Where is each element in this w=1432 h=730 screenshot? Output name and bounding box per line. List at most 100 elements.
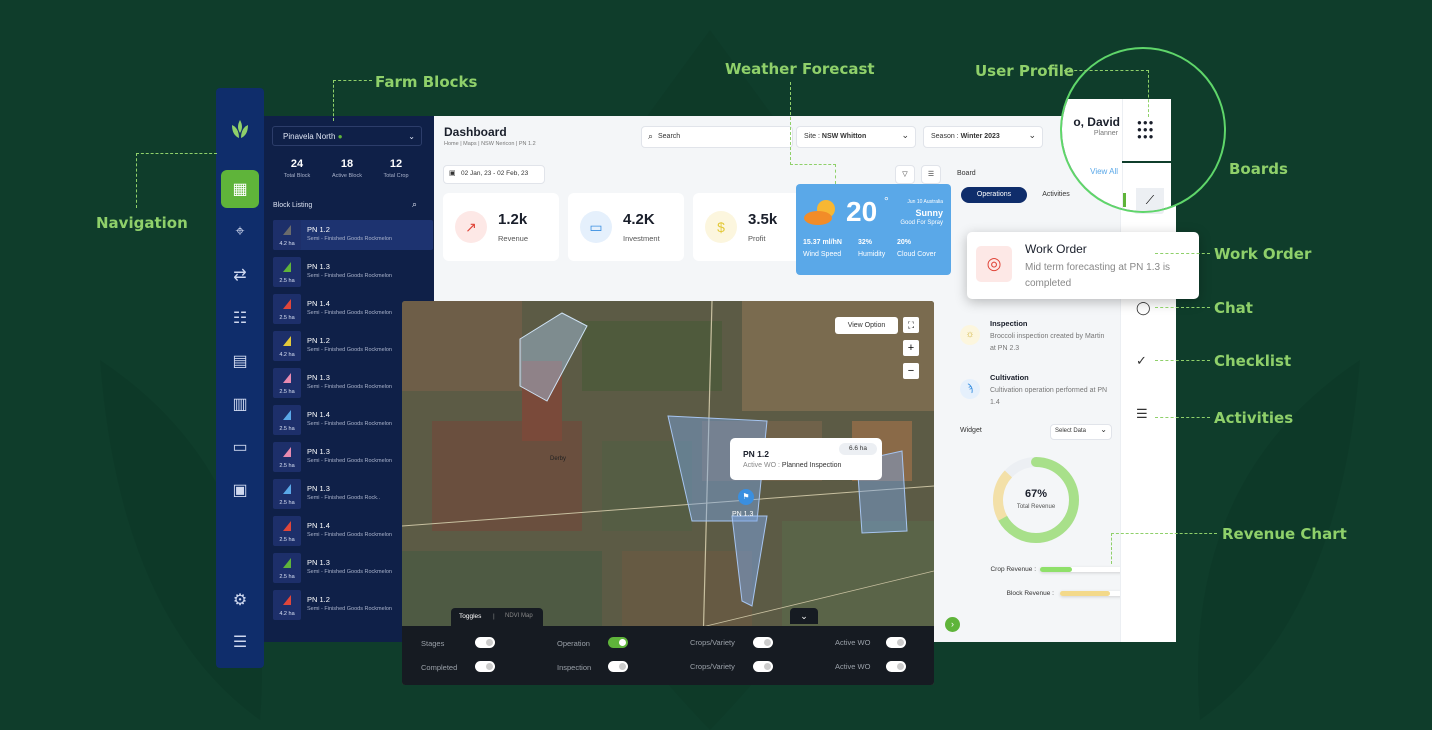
map-popup[interactable]: PN 1.2 6.6 ha Active WO : Planned Inspec… — [730, 438, 882, 480]
toggle-crops-variety-2[interactable] — [753, 661, 773, 672]
callout-line — [1155, 253, 1210, 254]
nav-tasks[interactable]: ☷ — [221, 299, 259, 337]
activities-list-icon[interactable]: ☰ — [1136, 406, 1148, 422]
map-tabs: Toggles | NDVI Map — [451, 608, 543, 626]
collapse-chevron-icon[interactable]: ⌄ — [790, 608, 818, 624]
work-order-text: Mid term forecasting at PN 1.3 is comple… — [1025, 262, 1171, 289]
toggle-completed[interactable] — [475, 661, 495, 672]
map-panel[interactable]: Derby View Option ⛶ + − PN 1.2 6.6 ha Ac… — [402, 301, 934, 685]
nav-documents[interactable]: ▤ — [221, 342, 259, 380]
toggle-active-wo[interactable] — [886, 637, 906, 648]
nav-dashboard[interactable]: ▦ — [221, 170, 259, 208]
block-area: 2.5 ha — [279, 463, 295, 469]
kpi-revenue: ↗ 1.2k Revenue — [443, 193, 559, 261]
apps-grid-icon: ●●● ●●● ●●● — [1137, 118, 1155, 141]
block-thumbnail: 4.2 ha — [273, 220, 301, 250]
weather-card[interactable]: 20 ° Jun 10 Australia Sunny Good For Spr… — [796, 184, 951, 275]
tab-toggles[interactable]: Toggles — [459, 613, 481, 620]
block-area: 4.2 ha — [279, 611, 295, 617]
zoom-in-button[interactable]: + — [903, 340, 919, 356]
farm-select[interactable]: Pinavela North ● ⌄ — [272, 126, 422, 146]
block-shape — [283, 262, 291, 272]
nav-routes[interactable]: ⇄ — [221, 256, 259, 294]
filter-icon[interactable]: ▽ — [895, 165, 915, 184]
expand-arrow-icon[interactable]: › — [945, 617, 960, 632]
degree-symbol: ° — [884, 194, 889, 208]
tab-operations[interactable]: Operations — [961, 187, 1027, 203]
boards-chart-icon[interactable]: ⟋ — [1136, 188, 1164, 211]
user-name: o, David — [1073, 115, 1120, 129]
nav-menu[interactable]: ☰ — [221, 623, 259, 661]
season-select[interactable]: Season : Winter 2023 ⌄ — [923, 126, 1043, 148]
view-option-button[interactable]: View Option — [835, 317, 898, 334]
date-range-picker[interactable]: ▣ 02 Jan, 23 - 02 Feb, 23 — [443, 165, 545, 184]
block-desc: Semi - Finished Goods Rockmelon — [307, 458, 392, 464]
block-list-item[interactable]: 2.5 ha PN 1.3 Semi - Finished Goods Rockme… — [273, 257, 433, 287]
block-shape — [283, 373, 291, 383]
nav-calendar[interactable]: ▣ — [221, 471, 259, 509]
toggle-active-wo-2[interactable] — [886, 661, 906, 672]
callout-revenue-chart: Revenue Chart — [1222, 525, 1347, 543]
block-name: PN 1.2 — [307, 225, 330, 234]
block-name: PN 1.3 — [307, 373, 330, 382]
chat-icon[interactable]: ◯ — [1136, 300, 1151, 316]
block-desc: Semi - Finished Goods Rockmelon — [307, 384, 392, 390]
tab-ndvi-map[interactable]: NDVI Map — [505, 613, 533, 619]
page-title: Dashboard — [444, 125, 507, 139]
toggle-label: Crops/Variety — [690, 638, 735, 647]
block-shape — [283, 299, 291, 309]
toggle-inspection[interactable] — [608, 661, 628, 672]
toggle-stages[interactable] — [475, 637, 495, 648]
nav-map[interactable]: ⌖ — [221, 213, 259, 251]
block-list-item[interactable]: 4.2 ha PN 1.2 Semi - Finished Goods Rockme… — [273, 220, 433, 250]
map-pin-flag-icon[interactable]: ⚑ — [738, 489, 754, 505]
callout-boards: Boards — [1229, 160, 1288, 178]
widget-label: Widget — [960, 427, 982, 434]
kpi-profit: $ 3.5k Profit — [693, 193, 809, 261]
block-area: 2.5 ha — [279, 574, 295, 580]
select-data-dropdown[interactable]: Select Data ⌄ — [1050, 424, 1112, 440]
popup-title: PN 1.2 — [743, 449, 769, 459]
block-thumbnail: 2.5 ha — [273, 479, 301, 509]
nav-settings[interactable]: ⚙ — [221, 581, 259, 619]
sun-icon: ☼ — [960, 325, 980, 345]
toggle-label: Completed — [421, 663, 458, 672]
block-shape-icon — [283, 521, 291, 531]
work-order-card[interactable]: ◎ Work Order Mid term forecasting at PN … — [967, 232, 1199, 299]
block-shape — [283, 447, 291, 457]
activity-inspection[interactable]: ☼ Inspection Broccoli inspection created… — [960, 319, 1108, 359]
kpi-label: Profit — [748, 234, 766, 243]
toggle-operation[interactable] — [608, 637, 628, 648]
toggle-panel: Stages Operation Crops/Variety Active WO… — [402, 626, 934, 685]
fullscreen-icon[interactable]: ⛶ — [903, 317, 919, 333]
block-name: PN 1.3 — [307, 262, 330, 271]
sliders-icon[interactable]: ☰ — [921, 165, 941, 184]
nav-messages[interactable]: ▭ — [221, 428, 259, 466]
block-shape — [283, 225, 291, 235]
view-all-link[interactable]: View All — [1090, 167, 1118, 176]
block-desc: Semi - Finished Goods Rockmelon — [307, 569, 392, 575]
humidity-value: 32% — [858, 239, 873, 246]
block-shape — [283, 336, 291, 346]
nav-reports[interactable]: ▥ — [221, 385, 259, 423]
block-shape-icon — [283, 373, 291, 383]
callout-line — [333, 80, 372, 121]
callout-navigation: Navigation — [96, 214, 188, 232]
user-role: Planner — [1093, 130, 1118, 137]
zoom-out-button[interactable]: − — [903, 363, 919, 379]
search-icon[interactable]: ⌕ — [412, 199, 417, 210]
block-area: 2.5 ha — [279, 315, 295, 321]
activity-cultivation[interactable]: ϡ Cultivation Cultivation operation perf… — [960, 373, 1108, 413]
check-icon[interactable]: ✓ — [1136, 353, 1147, 369]
search-input[interactable]: ⌕ Search — [641, 126, 793, 148]
weather-condition: Sunny — [915, 208, 943, 218]
callout-line — [1155, 360, 1210, 361]
block-shape-icon — [283, 225, 291, 235]
callout-line — [136, 153, 217, 208]
toggle-crops-variety[interactable] — [753, 637, 773, 648]
toggle-label: Inspection — [557, 663, 592, 672]
revenue-donut-chart — [993, 457, 1079, 543]
document-icon: ▤ — [232, 353, 248, 370]
check-circle-icon: ◎ — [976, 246, 1012, 282]
boards-tile: ⟋ — [1122, 163, 1171, 211]
